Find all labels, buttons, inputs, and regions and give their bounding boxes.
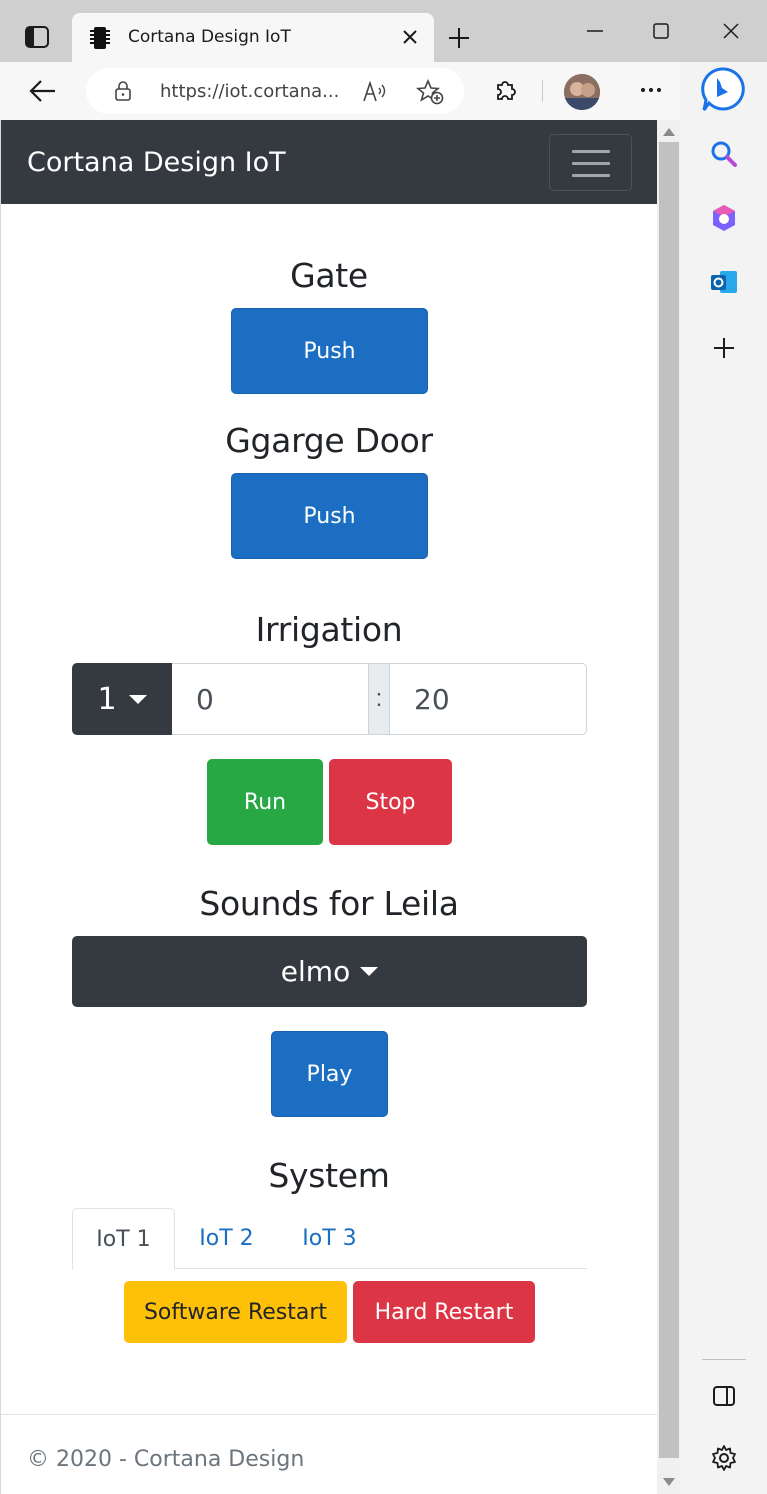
address-bar[interactable]: https://iot.cortana... — [86, 68, 464, 114]
seconds-input[interactable]: 20 — [389, 663, 587, 735]
play-sound-button[interactable]: Play — [271, 1031, 388, 1117]
sound-selected-value: elmo — [280, 955, 351, 988]
profile-avatar[interactable] — [564, 74, 600, 110]
sidebar-toggle-icon[interactable] — [708, 1380, 740, 1412]
tab-iot-3[interactable]: IoT 3 — [278, 1208, 381, 1269]
favorite-star-icon[interactable] — [416, 79, 444, 105]
browser-toolbar: https://iot.cortana... — [0, 62, 680, 120]
close-tab-icon[interactable] — [400, 27, 420, 47]
office-icon[interactable] — [708, 202, 740, 234]
chip-icon — [90, 27, 110, 49]
tab-iot-1[interactable]: IoT 1 — [72, 1208, 175, 1270]
read-aloud-icon[interactable] — [362, 80, 388, 104]
tab-iot-2[interactable]: IoT 2 — [175, 1208, 278, 1269]
extensions-puzzle-icon[interactable] — [492, 76, 520, 104]
search-icon[interactable] — [708, 138, 740, 170]
sidebar-divider — [702, 1359, 746, 1360]
gate-push-button[interactable]: Push — [231, 308, 428, 394]
window-close-icon[interactable] — [718, 18, 744, 44]
outlook-icon[interactable] — [708, 266, 740, 298]
gate-heading: Gate — [290, 256, 368, 295]
footer: © 2020 - Cortana Design — [1, 1414, 657, 1494]
garage-push-button[interactable]: Push — [231, 473, 428, 559]
irrigation-heading: Irrigation — [255, 610, 403, 649]
scroll-up-arrow-icon[interactable] — [663, 128, 675, 136]
add-icon[interactable] — [708, 332, 740, 364]
system-heading: System — [268, 1156, 390, 1195]
browser-tab[interactable]: Cortana Design IoT — [72, 13, 434, 62]
caret-down-icon — [128, 694, 147, 704]
new-tab-icon[interactable] — [446, 25, 472, 51]
settings-gear-icon[interactable] — [708, 1442, 740, 1474]
zone-value: 1 — [97, 681, 117, 717]
more-options-icon[interactable] — [638, 80, 664, 100]
bing-copilot-icon[interactable] — [700, 66, 746, 114]
navbar: Cortana Design IoT — [1, 120, 657, 204]
hamburger-line — [572, 150, 610, 153]
web-page: Cortana Design IoT Gate Push Ggarge Door… — [0, 120, 680, 1494]
time-separator: : — [369, 663, 389, 735]
navbar-brand[interactable]: Cortana Design IoT — [27, 147, 286, 178]
back-arrow-icon[interactable] — [28, 77, 58, 105]
hamburger-line — [572, 162, 610, 165]
irrigation-stop-button[interactable]: Stop — [329, 759, 452, 845]
browser-sidebar — [680, 62, 767, 1494]
zone-dropdown[interactable]: 1 — [72, 663, 172, 735]
garage-heading: Ggarge Door — [225, 421, 433, 460]
system-tabs: IoT 1 IoT 2 IoT 3 — [72, 1208, 587, 1270]
irrigation-input-group: 1 0 : 20 — [72, 663, 587, 735]
sound-select-dropdown[interactable]: elmo — [72, 936, 587, 1007]
irrigation-run-button[interactable]: Run — [207, 759, 323, 845]
sounds-heading: Sounds for Leila — [199, 884, 459, 923]
navbar-toggler[interactable] — [549, 134, 632, 191]
software-restart-button[interactable]: Software Restart — [124, 1281, 347, 1343]
tab-actions-icon[interactable] — [24, 25, 50, 49]
toolbar-separator — [542, 80, 543, 102]
caret-down-icon — [360, 967, 379, 976]
url-text[interactable]: https://iot.cortana... — [160, 81, 339, 102]
lock-icon[interactable] — [112, 80, 134, 102]
hard-restart-button[interactable]: Hard Restart — [353, 1281, 535, 1343]
maximize-icon[interactable] — [648, 18, 674, 44]
minimize-icon[interactable] — [582, 18, 608, 44]
minutes-input[interactable]: 0 — [172, 663, 369, 735]
page-scrollbar[interactable] — [657, 120, 680, 1494]
scroll-down-arrow-icon[interactable] — [663, 1478, 675, 1486]
tab-title: Cortana Design IoT — [128, 27, 291, 47]
tab-strip: Cortana Design IoT — [0, 0, 767, 62]
footer-copyright: © 2020 - Cortana Design — [27, 1447, 305, 1472]
scroll-thumb[interactable] — [659, 142, 679, 1458]
hamburger-line — [572, 174, 610, 177]
